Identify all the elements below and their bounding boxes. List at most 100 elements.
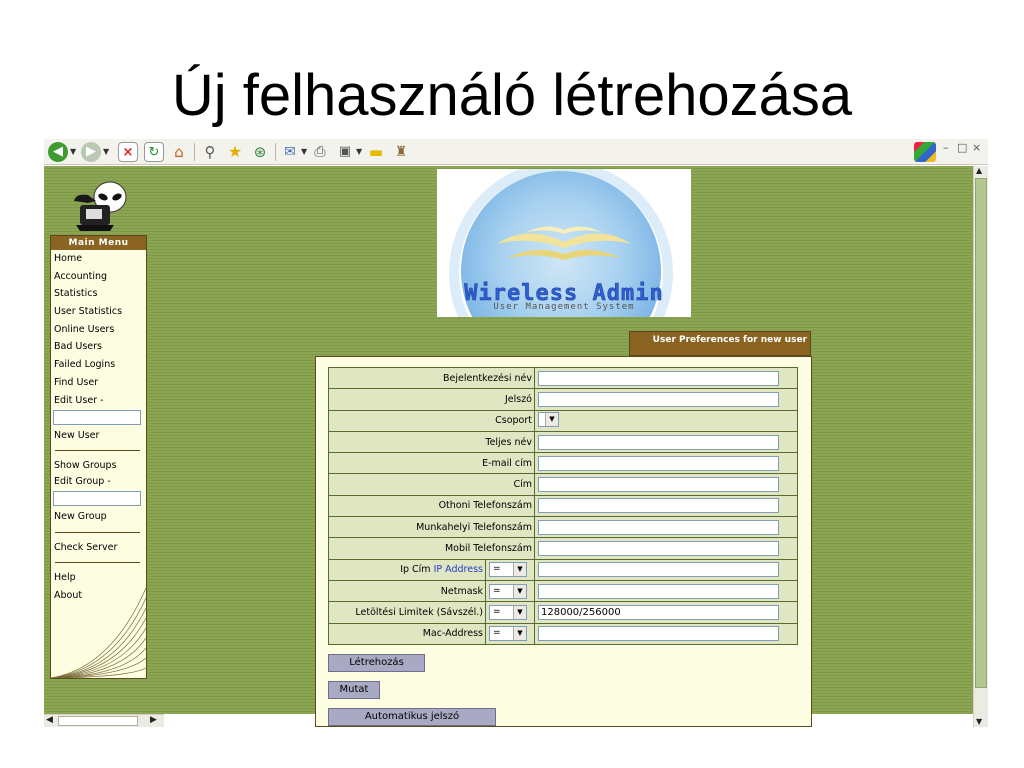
menu-item-user-statistics[interactable]: User Statistics: [51, 303, 146, 321]
minimize-icon[interactable]: –: [943, 141, 949, 154]
edit-icon[interactable]: ▣: [335, 142, 355, 162]
scroll-right-icon[interactable]: ▶: [150, 715, 157, 725]
menu-item-home[interactable]: Home: [51, 250, 146, 268]
horizontal-scroll-thumb[interactable]: [58, 716, 138, 726]
windows-flag-icon: [914, 142, 936, 162]
mail-icon[interactable]: ✉: [280, 142, 300, 162]
refresh-icon[interactable]: ↻: [144, 142, 164, 162]
ip-address-link[interactable]: IP Address: [434, 564, 483, 575]
chevron-down-icon: ▼: [513, 563, 526, 577]
username-input[interactable]: [538, 370, 779, 386]
password-input[interactable]: [538, 391, 779, 407]
show-button[interactable]: Mutat: [328, 681, 380, 699]
menu-item-find-user[interactable]: Find User: [51, 374, 146, 392]
menu-item-statistics[interactable]: Statistics: [51, 285, 146, 303]
home-icon[interactable]: ⌂: [169, 142, 189, 162]
forward-dropdown-icon[interactable]: ▼: [103, 147, 109, 156]
form-row: Othoni Telefonszám: [328, 494, 798, 518]
ip-address-input[interactable]: [538, 562, 779, 578]
chevron-down-icon: ▼: [513, 627, 526, 641]
netmask-operator-select[interactable]: = ▼: [489, 583, 527, 599]
menu-item-show-groups[interactable]: Show Groups: [51, 457, 146, 475]
new-user-form: Bejelentkezési név Jelszó Csoport ▼ Telj…: [315, 356, 812, 727]
menu-item-bad-users[interactable]: Bad Users: [51, 338, 146, 356]
scroll-thumb[interactable]: [975, 178, 987, 688]
form-row: E-mail cím: [328, 452, 798, 475]
main-menu-title: Main Menu: [51, 236, 146, 250]
scroll-up-icon[interactable]: ▲: [976, 166, 982, 175]
mail-dropdown-icon[interactable]: ▼: [301, 147, 307, 156]
form-row: Munkahelyi Telefonszám: [328, 516, 798, 539]
field-label: E-mail cím: [328, 452, 535, 475]
back-dropdown-icon[interactable]: ▼: [70, 147, 76, 156]
edit-user-input[interactable]: [53, 409, 141, 425]
menu-item-edit-group[interactable]: Edit Group -: [51, 475, 146, 489]
menu-item-failed-logins[interactable]: Failed Logins: [51, 356, 146, 374]
user-fields-table: Bejelentkezési név Jelszó Csoport ▼ Telj…: [328, 366, 798, 645]
form-row: Bejelentkezési név: [328, 366, 798, 390]
forward-icon[interactable]: ▶: [81, 142, 101, 162]
menu-item-new-group[interactable]: New Group: [51, 508, 146, 526]
create-button[interactable]: Létrehozás: [328, 654, 425, 672]
mobile-phone-input[interactable]: [538, 541, 779, 557]
form-row: Mobil Telefonszám: [328, 537, 798, 560]
chevron-down-icon: ▼: [513, 605, 526, 619]
form-row: Ip Cím IP Address = ▼: [328, 558, 798, 581]
field-label: Letöltési Limitek (Sávszél.): [328, 601, 486, 624]
form-row: Netmask = ▼: [328, 579, 798, 603]
full-name-input[interactable]: [538, 434, 779, 450]
folder-icon[interactable]: ▬: [366, 142, 386, 162]
group-select[interactable]: ▼: [538, 411, 559, 427]
menu-item-online-users[interactable]: Online Users: [51, 321, 146, 339]
field-label: Jelszó: [328, 388, 535, 411]
bandwidth-operator-select[interactable]: = ▼: [489, 604, 527, 620]
menu-item-accounting[interactable]: Accounting: [51, 268, 146, 286]
menu-divider: [55, 450, 140, 452]
stop-icon[interactable]: ×: [118, 142, 138, 162]
field-label: Mac-Address: [328, 622, 486, 645]
edit-dropdown-icon[interactable]: ▼: [356, 147, 362, 156]
chevron-down-icon: ▼: [545, 412, 558, 426]
edit-group-input[interactable]: [53, 490, 141, 506]
ip-operator-select[interactable]: = ▼: [489, 562, 527, 578]
scroll-left-icon[interactable]: ◀: [46, 715, 53, 725]
menu-item-help[interactable]: Help: [51, 569, 146, 587]
print-icon[interactable]: ⎙: [310, 142, 330, 162]
mac-operator-select[interactable]: = ▼: [489, 626, 527, 642]
search-icon[interactable]: ⚲: [200, 142, 220, 162]
field-label: Teljes név: [328, 430, 535, 454]
scroll-down-icon[interactable]: ▼: [976, 717, 982, 726]
user-preferences-header: User Preferences for new user: [629, 331, 811, 356]
favorites-icon[interactable]: ★: [225, 142, 245, 162]
horizontal-scrollbar[interactable]: ◀ ▶: [44, 714, 164, 727]
menu-divider: [55, 562, 140, 564]
form-row: Csoport ▼: [328, 409, 798, 432]
field-label: Othoni Telefonszám: [328, 494, 535, 518]
menu-item-check-server[interactable]: Check Server: [51, 539, 146, 557]
bandwidth-limit-input[interactable]: 128000/256000: [538, 604, 779, 620]
email-input[interactable]: [538, 455, 779, 471]
auto-password-button[interactable]: Automatikus jelszó: [328, 708, 496, 726]
back-icon[interactable]: ◀: [48, 142, 68, 162]
netmask-input[interactable]: [538, 583, 779, 599]
mac-address-input[interactable]: [538, 626, 779, 642]
menu-item-edit-user[interactable]: Edit User -: [51, 394, 146, 408]
address-input[interactable]: [538, 477, 779, 493]
work-phone-input[interactable]: [538, 519, 779, 535]
messenger-icon[interactable]: ♜: [391, 142, 411, 162]
menu-item-new-user[interactable]: New User: [51, 427, 146, 445]
main-menu: Main Menu Home Accounting Statistics Use…: [50, 235, 147, 679]
field-label: Ip Cím IP Address: [328, 558, 486, 581]
form-row: Letöltési Limitek (Sávszél.) = ▼ 128000/2…: [328, 601, 798, 624]
restore-icon[interactable]: □: [957, 141, 967, 154]
menu-decoration: [51, 588, 146, 678]
form-row: Mac-Address = ▼: [328, 622, 798, 645]
ip-label: Ip Cím: [400, 564, 431, 576]
vertical-scrollbar[interactable]: ▲ ▼: [973, 166, 988, 727]
form-row: Teljes név: [328, 430, 798, 454]
close-icon[interactable]: ×: [972, 141, 981, 154]
form-row: Cím: [328, 473, 798, 496]
satellite-icon: [497, 226, 631, 260]
home-phone-input[interactable]: [538, 498, 779, 514]
history-icon[interactable]: ⊛: [250, 142, 270, 162]
